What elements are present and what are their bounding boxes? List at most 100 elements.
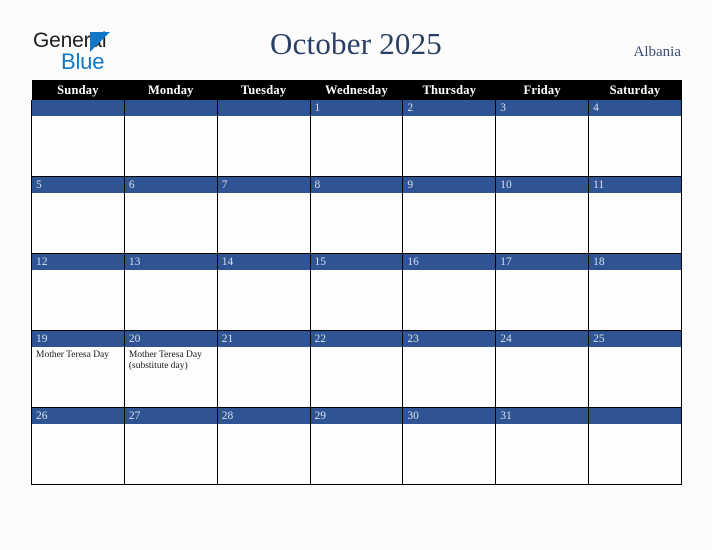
day-cell-inner: 17 <box>496 254 589 330</box>
calendar-day-cell[interactable]: 1 <box>309 100 404 177</box>
calendar-day-cell[interactable]: 27 <box>123 407 218 485</box>
calendar-day-cell[interactable] <box>588 407 682 485</box>
day-number: 22 <box>310 331 403 347</box>
day-cell-inner: 19 Mother Teresa Day <box>32 331 124 407</box>
calendar-day-cell[interactable]: 24 <box>495 330 590 408</box>
calendar-day-cell[interactable]: 22 <box>309 330 404 408</box>
calendar-day-cell[interactable]: 19 Mother Teresa Day <box>31 330 125 408</box>
day-number: 4 <box>589 100 681 116</box>
calendar-week-row: 12 13 14 15 16 17 18 <box>31 253 682 331</box>
day-events <box>218 116 310 119</box>
calendar-day-cell[interactable] <box>123 100 218 177</box>
day-number: 18 <box>589 254 681 270</box>
day-number: 21 <box>217 331 310 347</box>
day-number: 14 <box>217 254 310 270</box>
calendar-day-cell[interactable]: 28 <box>216 407 311 485</box>
day-events <box>125 116 217 119</box>
day-events <box>32 270 124 273</box>
day-number: 12 <box>32 254 124 270</box>
day-events <box>311 424 403 427</box>
calendar-day-cell[interactable]: 26 <box>31 407 125 485</box>
calendar-day-cell[interactable]: 4 <box>588 100 682 177</box>
calendar-day-cell[interactable]: 6 <box>123 176 218 254</box>
weekday-header-wednesday: Wednesday <box>310 80 403 100</box>
day-cell-inner: 15 <box>310 254 403 330</box>
calendar-day-cell[interactable]: 31 <box>495 407 590 485</box>
day-cell-inner: 9 <box>403 177 496 253</box>
day-events <box>589 347 681 350</box>
day-number: 15 <box>310 254 403 270</box>
calendar-day-cell[interactable]: 7 <box>216 176 311 254</box>
day-number: 5 <box>32 177 124 193</box>
day-cell-inner: 29 <box>310 408 403 484</box>
weekday-header-tuesday: Tuesday <box>217 80 311 100</box>
day-number: 29 <box>310 408 403 424</box>
day-number <box>217 100 310 116</box>
day-number: 20 <box>124 331 217 347</box>
day-cell-inner: 10 <box>496 177 589 253</box>
weekday-header-sunday: Sunday <box>31 80 125 100</box>
calendar-day-cell[interactable] <box>31 100 125 177</box>
weekday-header-saturday: Saturday <box>588 80 682 100</box>
day-events <box>218 193 310 196</box>
calendar-day-cell[interactable]: 14 <box>216 253 311 331</box>
day-events <box>589 424 681 427</box>
weekday-header-monday: Monday <box>124 80 218 100</box>
weekday-header-thursday: Thursday <box>402 80 496 100</box>
calendar-day-cell[interactable]: 21 <box>216 330 311 408</box>
day-number: 27 <box>124 408 217 424</box>
day-cell-inner <box>589 408 681 484</box>
calendar-day-cell[interactable]: 13 <box>123 253 218 331</box>
calendar-day-cell[interactable]: 2 <box>402 100 497 177</box>
day-events <box>496 193 588 196</box>
day-cell-inner: 7 <box>217 177 310 253</box>
calendar-day-cell[interactable]: 10 <box>495 176 590 254</box>
calendar-day-cell[interactable]: 23 <box>402 330 497 408</box>
calendar-day-cell[interactable]: 9 <box>402 176 497 254</box>
day-cell-inner: 27 <box>124 408 217 484</box>
region-label: Albania <box>633 44 681 60</box>
day-number: 1 <box>310 100 403 116</box>
day-cell-inner: 20 Mother Teresa Day (substitute day) <box>124 331 217 407</box>
calendar-day-cell[interactable]: 30 <box>402 407 497 485</box>
day-events <box>125 270 217 273</box>
calendar-day-cell[interactable]: 25 <box>588 330 682 408</box>
day-cell-inner: 22 <box>310 331 403 407</box>
day-events <box>218 347 310 350</box>
day-cell-inner: 16 <box>403 254 496 330</box>
calendar-day-cell[interactable]: 3 <box>495 100 590 177</box>
day-number: 30 <box>403 408 496 424</box>
calendar-day-cell[interactable]: 17 <box>495 253 590 331</box>
day-cell-inner: 23 <box>403 331 496 407</box>
day-cell-inner: 21 <box>217 331 310 407</box>
calendar-day-cell[interactable]: 15 <box>309 253 404 331</box>
day-cell-inner: 13 <box>124 254 217 330</box>
calendar-day-cell[interactable]: 12 <box>31 253 125 331</box>
calendar-day-cell[interactable]: 11 <box>588 176 682 254</box>
day-number: 10 <box>496 177 589 193</box>
day-number <box>589 408 681 424</box>
day-number: 19 <box>32 331 124 347</box>
calendar-grid: Sunday Monday Tuesday Wednesday Thursday Frid… <box>31 80 682 485</box>
calendar-day-cell[interactable]: 29 <box>309 407 404 485</box>
day-cell-inner: 12 <box>32 254 124 330</box>
day-number: 2 <box>403 100 496 116</box>
day-events <box>403 347 495 350</box>
day-cell-inner <box>124 100 217 176</box>
holiday-event: Mother Teresa Day (substitute day) <box>128 350 202 371</box>
calendar-day-cell[interactable]: 5 <box>31 176 125 254</box>
calendar-day-cell[interactable]: 8 <box>309 176 404 254</box>
day-events <box>589 116 681 119</box>
calendar-day-cell[interactable]: 16 <box>402 253 497 331</box>
day-events: Mother Teresa Day (substitute day) <box>125 347 217 372</box>
day-events <box>218 424 310 427</box>
day-events <box>403 270 495 273</box>
weekday-header-friday: Friday <box>495 80 589 100</box>
day-events <box>496 116 588 119</box>
calendar-day-cell[interactable]: 20 Mother Teresa Day (substitute day) <box>123 330 218 408</box>
calendar-day-cell[interactable]: 18 <box>588 253 682 331</box>
day-cell-inner: 8 <box>310 177 403 253</box>
day-events <box>125 424 217 427</box>
calendar-day-cell[interactable] <box>216 100 311 177</box>
day-events <box>403 424 495 427</box>
